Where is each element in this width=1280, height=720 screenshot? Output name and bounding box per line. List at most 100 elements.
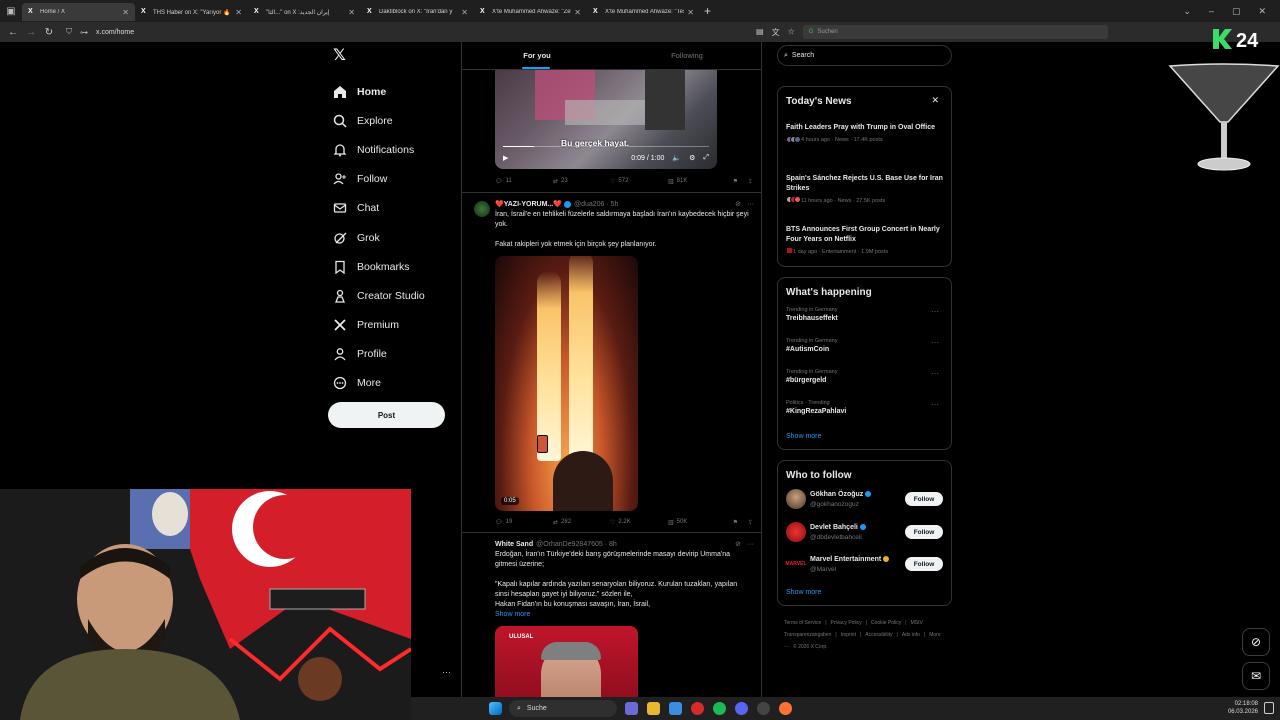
follow-suggestion[interactable]: Devlet Bahçeli @dbdevletbahceli Follow <box>786 522 943 542</box>
back-button[interactable]: ← <box>4 27 22 38</box>
like-button[interactable]: ♡ 572 <box>610 178 668 185</box>
star-icon[interactable]: ☆ <box>788 27 795 38</box>
news-item[interactable]: Spain's Sánchez Rejects U.S. Base Use fo… <box>786 174 943 205</box>
more-icon[interactable]: ··· <box>931 400 939 409</box>
avatar[interactable] <box>786 489 806 509</box>
nav-item-grok[interactable]: Grok <box>333 223 425 252</box>
close-icon[interactable]: ✕ <box>931 95 939 106</box>
translate-icon[interactable]: 文 <box>772 27 780 38</box>
tab-actions-icon[interactable]: ▣ <box>0 0 22 22</box>
file-explorer-icon[interactable] <box>647 702 660 715</box>
footer-link[interactable]: Terms of Service <box>784 620 821 626</box>
new-tab-button[interactable]: + <box>704 4 711 18</box>
nav-item-chat[interactable]: Chat <box>333 194 425 223</box>
more-icon[interactable]: ··· <box>931 307 939 316</box>
close-tab-icon[interactable]: ✕ <box>461 8 468 17</box>
footer-link[interactable]: Ads info <box>902 632 920 638</box>
footer-link[interactable]: Imprint <box>841 632 856 638</box>
nav-item-premium[interactable]: Premium <box>333 311 425 340</box>
avatar[interactable] <box>474 201 490 217</box>
reload-button[interactable]: ↻ <box>40 27 58 38</box>
app-icon[interactable] <box>669 702 682 715</box>
nav-item-more[interactable]: More <box>333 369 425 398</box>
x-logo-icon[interactable]: 𝕏 <box>333 48 349 64</box>
share-icon[interactable]: ⇪ <box>748 178 753 185</box>
settings-icon[interactable]: ⚙ <box>689 154 695 162</box>
video-player[interactable]: Bu gerçek hayat. ▶ 0:09 / 1:00 🔈 ⚙ ⤢ <box>495 70 717 169</box>
teams-icon[interactable] <box>625 702 638 715</box>
spotify-icon[interactable] <box>713 702 726 715</box>
more-icon[interactable]: ··· <box>747 201 754 208</box>
site-info-icon[interactable]: ⊶ <box>80 28 88 37</box>
nav-item-bookmarks[interactable]: Bookmarks <box>333 252 425 281</box>
browser-tab[interactable]: X Home / X ✕ <box>22 3 135 21</box>
avatar[interactable] <box>474 541 490 557</box>
close-tab-icon[interactable]: ✕ <box>348 8 355 17</box>
share-icon[interactable]: ⇪ <box>748 519 753 526</box>
follow-suggestion[interactable]: Gökhan Özoğuz @gokhanozoguz Follow <box>786 489 943 509</box>
follow-button[interactable]: Follow <box>905 492 943 506</box>
opera-icon[interactable] <box>691 702 704 715</box>
news-item[interactable]: Faith Leaders Pray with Trump in Oval Of… <box>786 123 943 145</box>
browser-tab[interactable]: X X'te Muhammed Ahwaze: "Tesl ✕ <box>587 3 700 21</box>
nav-item-home[interactable]: Home <box>333 77 425 106</box>
minimize-button[interactable]: – <box>1209 6 1214 17</box>
reply-button[interactable]: 💬︎ 19 <box>495 519 553 526</box>
nav-item-follow[interactable]: Follow <box>333 165 425 194</box>
mute-icon[interactable]: 🔈 <box>672 154 681 162</box>
firefox-icon[interactable] <box>779 702 792 715</box>
tweet[interactable]: ❤️YAZI-YORUM...❤️ @dua206 · 5h ⊘ ··· İra… <box>462 192 761 532</box>
grok-floating-button[interactable]: ⊘ <box>1242 628 1270 656</box>
show-more-link[interactable]: Show more <box>786 589 821 596</box>
footer-link[interactable]: © 2026 X Corp. <box>793 644 828 650</box>
show-more-link[interactable]: Show more <box>786 433 821 440</box>
more-icon[interactable]: ··· <box>931 369 939 378</box>
trend-item[interactable]: Trending in Germany #bürgergeld ··· <box>786 369 943 384</box>
avatar[interactable] <box>786 522 806 542</box>
tweet[interactable]: White Sand @OrhanDe92847605 · 8h ⊘ ··· E… <box>462 532 761 698</box>
windows-start-icon[interactable] <box>489 702 502 715</box>
footer-link[interactable]: Cookie Policy <box>871 620 901 626</box>
tab-list-icon[interactable]: ⌄ <box>1183 6 1191 17</box>
browser-tab[interactable]: X Daktiblock on X: "İran'dan y ✕ <box>361 3 474 21</box>
browser-search-field[interactable]: G Suchen <box>802 25 1108 39</box>
more-icon[interactable]: ··· <box>931 338 939 347</box>
author-name[interactable]: ❤️YAZI-YORUM...❤️ <box>495 200 562 208</box>
follow-button[interactable]: Follow <box>905 525 943 539</box>
views-button[interactable]: ▥ 50K <box>668 519 723 526</box>
more-icon[interactable]: ··· <box>747 541 754 548</box>
reader-view-icon[interactable]: ▤ <box>756 27 764 38</box>
maximize-button[interactable]: ▢ <box>1232 6 1241 17</box>
trend-item[interactable]: Politics · Trending #KingRezaPahlavi ··· <box>786 400 943 415</box>
nav-item-profile[interactable]: Profile <box>333 340 425 369</box>
post-button[interactable]: Post <box>328 402 445 428</box>
nav-item-explore[interactable]: Explore <box>333 106 425 135</box>
bookmark-icon[interactable]: ⚑ <box>733 519 738 526</box>
marvel-logo[interactable]: MARVEL <box>785 554 807 574</box>
nav-item-creator-studio[interactable]: Creator Studio <box>333 281 425 310</box>
close-window-button[interactable]: ✕ <box>1258 6 1266 17</box>
nav-item-notifications[interactable]: Notifications <box>333 135 425 164</box>
like-button[interactable]: ♡ 2.2K <box>610 519 668 526</box>
forward-button[interactable]: → <box>22 27 40 38</box>
author-name[interactable]: White Sand <box>495 541 533 548</box>
url-field[interactable]: ⛉ ⊶ x.com/home <box>66 27 756 37</box>
show-more-link[interactable]: Show more <box>495 610 752 620</box>
tab-following[interactable]: Following <box>612 42 761 69</box>
grok-icon[interactable]: ⊘ <box>735 540 741 548</box>
news-item[interactable]: BTS Announces First Group Concert in Nea… <box>786 225 943 256</box>
footer-link[interactable]: Accessibility <box>865 632 892 638</box>
bookmark-icon[interactable]: ⚑ <box>733 178 738 185</box>
obs-icon[interactable] <box>757 702 770 715</box>
author-handle[interactable]: @dua206 · 5h <box>574 201 618 208</box>
tweet-image[interactable]: ULUSAL <box>495 626 638 698</box>
discord-icon[interactable] <box>735 702 748 715</box>
system-clock[interactable]: 02:18:08 06.03.2026 <box>1228 700 1258 716</box>
notification-icon[interactable] <box>1264 702 1274 714</box>
follow-button[interactable]: Follow <box>905 557 943 571</box>
browser-tab[interactable]: X X'te Muhammed Ahwaze: "Zev ✕ <box>474 3 587 21</box>
browser-tab[interactable]: X "الثأ..." on X :إيران الجديد ✕ <box>248 3 361 21</box>
repost-button[interactable]: ⇄ 23 <box>553 178 610 185</box>
taskbar-search[interactable]: ⌕ Suche <box>509 700 617 717</box>
browser-tab[interactable]: X THS Haber on X: "Yarıyor 🔥 Fr ✕ <box>135 3 248 21</box>
